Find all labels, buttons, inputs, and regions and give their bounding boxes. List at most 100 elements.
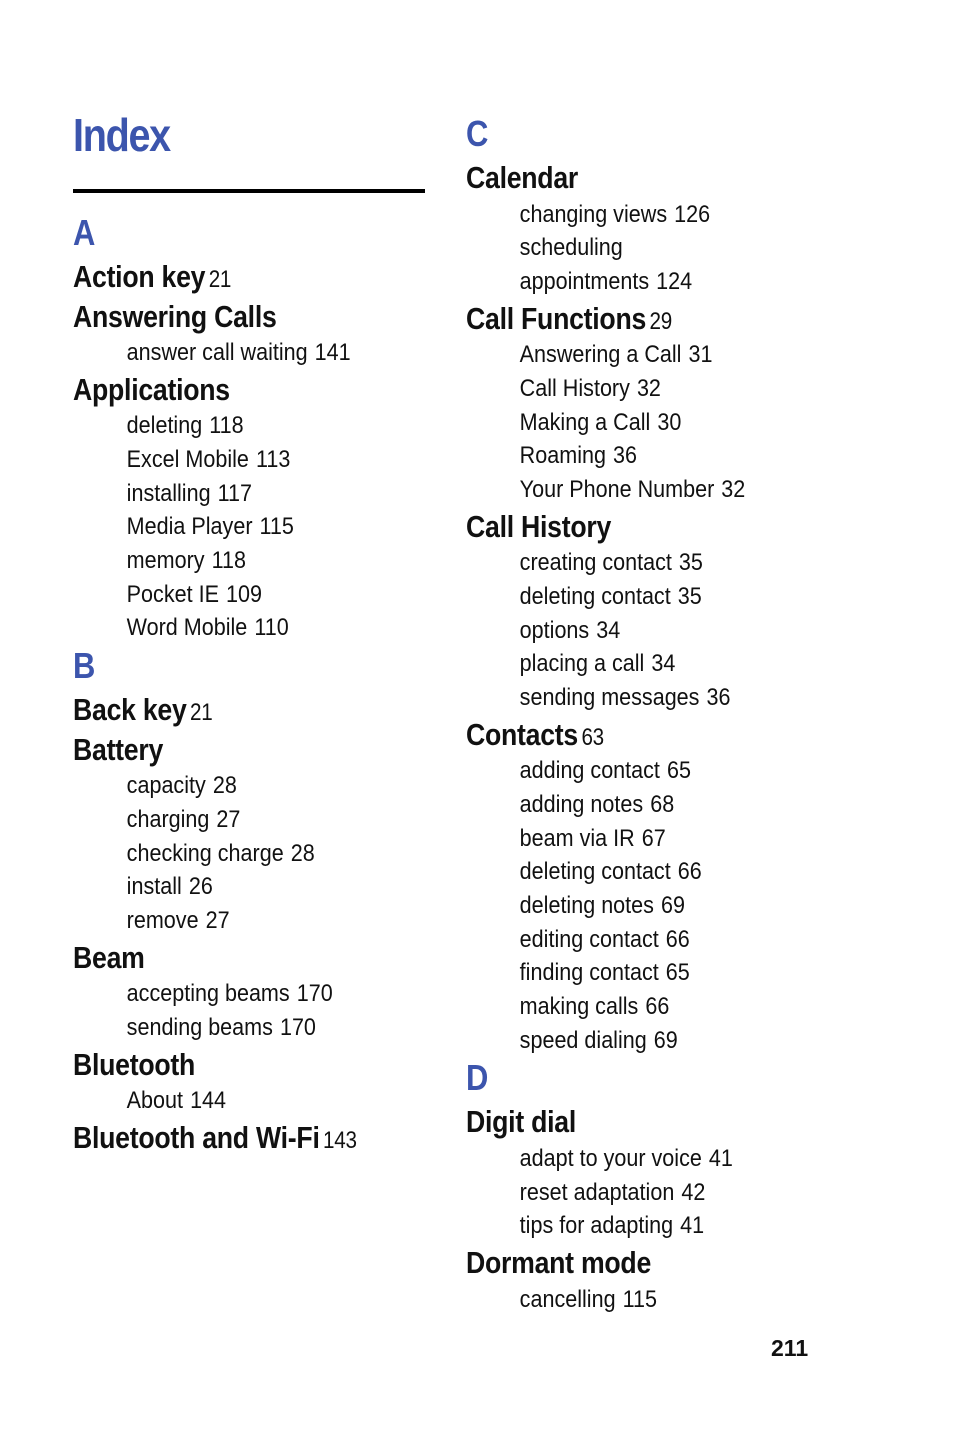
subentry-text: accepting beams	[126, 980, 290, 1008]
subentry-text: creating contact	[519, 549, 672, 577]
subentry-text: deleting	[126, 412, 203, 440]
entry-term: Action key	[73, 259, 206, 294]
index-entry: Bluetooth and Wi-Fi 143	[73, 1119, 357, 1157]
entry-term: Call History	[466, 508, 612, 544]
entry-term: Calendar	[466, 160, 579, 195]
index-subentry: charging 27	[73, 803, 241, 837]
subentry-page: 141	[314, 339, 351, 366]
subentry-text: making calls	[519, 993, 639, 1020]
index-subentry: making calls 66	[466, 990, 670, 1024]
page-number: 211	[771, 1335, 809, 1361]
subentry-page: 34	[596, 616, 621, 644]
subentry-page: 27	[216, 805, 241, 833]
entry-term: Call Functions	[466, 300, 647, 336]
subentry-page: 68	[650, 790, 675, 818]
subentry-page: 36	[613, 442, 638, 470]
index-subentry: placing a call 34	[466, 647, 676, 681]
index-subentry: deleting notes 69	[466, 889, 685, 923]
subentry-page: 117	[217, 479, 252, 507]
index-subentry: speed dialing 69	[466, 1024, 678, 1058]
subentry-page: 115	[622, 1285, 657, 1313]
index-subentry: deleting 118	[73, 409, 244, 443]
subentry-page: 113	[255, 445, 291, 473]
entry-term: Back key	[73, 692, 187, 728]
subentry-text: beam via IR	[519, 824, 635, 852]
subentry-page: 30	[657, 408, 682, 436]
index-subentry: Your Phone Number 32	[466, 473, 746, 507]
subentry-text: Excel Mobile	[126, 445, 249, 473]
index-entry: Dormant mode	[466, 1244, 651, 1282]
index-subentry: options 34	[466, 614, 621, 648]
entry-term: Applications	[73, 371, 230, 407]
subentry-page: 35	[678, 549, 703, 577]
subentry-text: memory	[126, 547, 205, 574]
entry-term: Battery	[73, 731, 164, 767]
entry-page: 63	[581, 723, 604, 751]
subentry-page: 69	[653, 1026, 678, 1054]
subentry-page: 65	[666, 757, 691, 785]
index-entry: Call Functions 29	[466, 300, 672, 338]
index-subentry: Answering a Call 31	[466, 338, 713, 372]
subentry-page: 126	[674, 200, 711, 228]
subentry-page: 110	[254, 614, 289, 642]
index-subentry: changing views 126	[466, 198, 710, 232]
index-subentry: installing 117	[73, 477, 252, 511]
entry-page: 143	[323, 1126, 357, 1154]
subentry-text: adding contact	[519, 757, 660, 785]
subentry-text: Answering a Call	[519, 341, 682, 369]
entry-page: 21	[208, 266, 232, 293]
index-entry: Applications	[73, 371, 230, 409]
index-subentry: finding contact 65	[466, 956, 690, 990]
subentry-page: 67	[641, 824, 666, 852]
index-subentry: sending messages 36	[466, 681, 731, 715]
index-subentry: beam via IR 67	[466, 822, 666, 856]
subentry-page: 26	[188, 873, 213, 901]
subentry-page: 41	[680, 1212, 705, 1240]
index-subentry: Making a Call 30	[466, 406, 682, 440]
subentry-text: finding contact	[519, 959, 659, 987]
index-entry: Call History	[466, 508, 611, 546]
index-subentry: capacity 28	[73, 769, 237, 803]
index-subentry: remove 27	[73, 904, 230, 938]
index-entry: Back key 21	[73, 691, 213, 729]
index-subentry: Call History 32	[466, 372, 661, 406]
page-title: Index	[73, 109, 171, 161]
subentry-page: 35	[677, 582, 702, 610]
subentry-page: 28	[290, 839, 315, 867]
entry-term: Answering Calls	[73, 298, 277, 334]
index-subentry: Word Mobile 110	[73, 611, 289, 645]
entry-term: Dormant mode	[466, 1245, 652, 1280]
entry-term: Bluetooth	[73, 1046, 196, 1082]
subentry-page: 42	[681, 1178, 706, 1206]
subentry-text: deleting contact	[519, 858, 671, 886]
subentry-page: 118	[211, 547, 246, 574]
subentry-page: 36	[706, 683, 731, 711]
index-subentry: answer call waiting 141	[73, 336, 351, 370]
subentry-text: Making a Call	[519, 408, 651, 436]
index-entry: Contacts 63	[466, 716, 604, 754]
index-subentry: deleting contact 66	[466, 855, 702, 889]
index-subentry: deleting contact 35	[466, 580, 702, 614]
index-subentry: creating contact 35	[466, 546, 703, 580]
entry-term: Contacts	[466, 716, 579, 752]
subentry-text: scheduling	[519, 234, 623, 262]
index-entry: Bluetooth	[73, 1046, 195, 1084]
section-letter: A	[73, 212, 96, 253]
subentry-page: 66	[665, 925, 690, 953]
index-subentry: tips for adapting 41	[466, 1209, 704, 1243]
subentry-text: install	[126, 873, 182, 901]
subentry-text: changing views	[519, 200, 668, 228]
subentry-text: placing a call	[519, 650, 645, 678]
index-entry: Beam	[73, 939, 145, 977]
subentry-page: 32	[721, 475, 746, 503]
index-entry: Calendar	[466, 159, 578, 197]
subentry-text: answer call waiting	[126, 339, 308, 366]
subentry-text: installing	[126, 479, 211, 507]
subentry-text: checking charge	[126, 839, 284, 867]
subentry-page: 66	[677, 858, 702, 886]
index-subentry: install 26	[73, 870, 213, 904]
index-entry: Action key 21	[73, 258, 231, 296]
subentry-text: Pocket IE	[126, 580, 219, 608]
index-subentry: accepting beams 170	[73, 977, 333, 1011]
subentry-text: tips for adapting	[519, 1212, 674, 1240]
